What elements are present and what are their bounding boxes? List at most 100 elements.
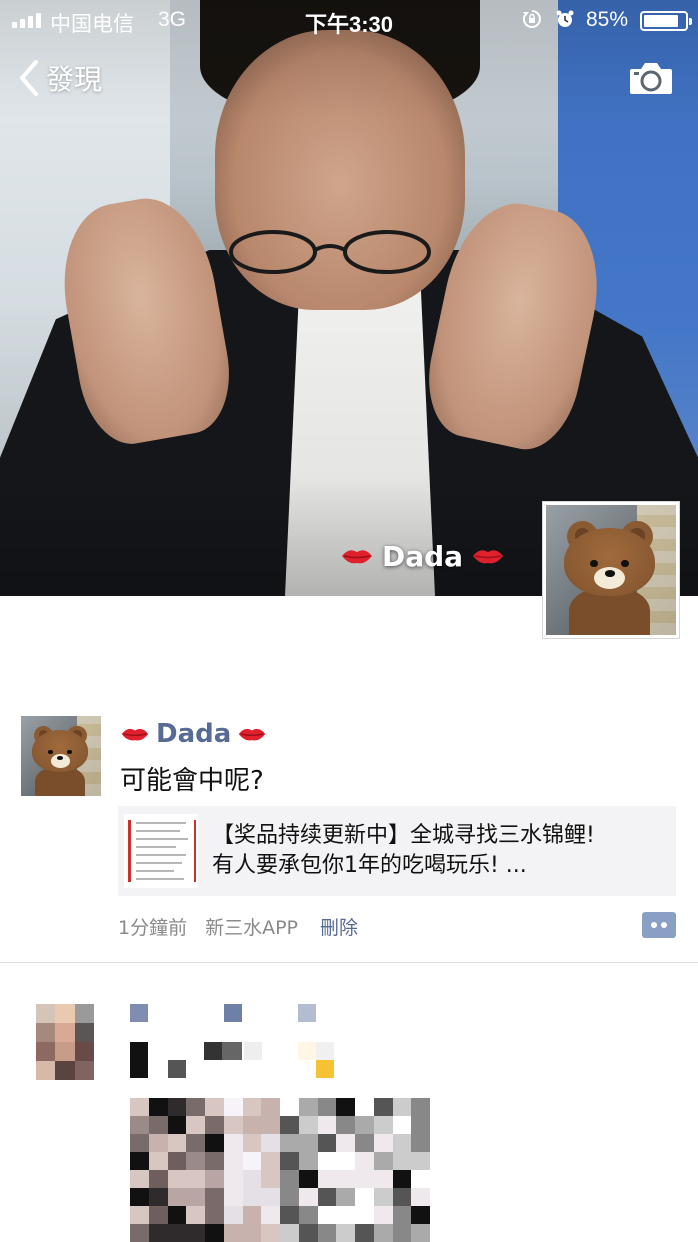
mosaic-cell bbox=[336, 1224, 355, 1242]
mosaic-cell bbox=[317, 1098, 337, 1116]
mosaic-cell bbox=[392, 1188, 412, 1206]
mosaic-cell bbox=[261, 1188, 280, 1206]
mosaic-cell bbox=[298, 1188, 318, 1206]
battery-percent: 85% bbox=[586, 8, 629, 31]
mosaic-cell bbox=[411, 1098, 430, 1116]
lips-emoji-icon bbox=[239, 728, 266, 741]
mosaic-cell bbox=[336, 1170, 355, 1188]
mosaic-cell bbox=[186, 1206, 205, 1224]
mosaic-cell bbox=[167, 1224, 187, 1242]
mosaic-cell bbox=[148, 1152, 168, 1170]
mosaic-cell bbox=[223, 1206, 243, 1224]
mosaic-cell bbox=[167, 1152, 187, 1170]
lips-emoji-icon bbox=[342, 550, 372, 564]
post-source[interactable]: 新三水APP bbox=[205, 913, 298, 940]
mosaic-cell bbox=[298, 1116, 318, 1134]
mosaic-cell bbox=[411, 1188, 430, 1206]
mosaic-cell bbox=[186, 1116, 205, 1134]
back-button[interactable]: 發現 bbox=[16, 58, 102, 98]
mosaic-cell bbox=[261, 1152, 280, 1170]
mosaic-cell bbox=[280, 1224, 299, 1242]
mosaic-cell bbox=[317, 1116, 337, 1134]
mosaic-cell bbox=[148, 1116, 168, 1134]
link-title-line: 【奖品持续更新中】全城寻找三水锦鲤! bbox=[212, 823, 595, 848]
mosaic-cell bbox=[336, 1098, 355, 1116]
rotation-lock-icon bbox=[522, 10, 541, 28]
alarm-icon bbox=[556, 10, 574, 27]
mosaic-cell bbox=[205, 1170, 224, 1188]
mosaic-cell bbox=[148, 1224, 168, 1242]
status-bar: 中国电信 3G 下午3:30 85% bbox=[0, 0, 698, 40]
mosaic-cell bbox=[280, 1116, 299, 1134]
mosaic-cell bbox=[261, 1098, 280, 1116]
mosaic-cell bbox=[317, 1206, 337, 1224]
mosaic-cell bbox=[242, 1206, 262, 1224]
mosaic-cell bbox=[373, 1206, 393, 1224]
camera-icon[interactable] bbox=[628, 60, 674, 96]
dot bbox=[661, 922, 667, 928]
mosaic-cell bbox=[223, 1134, 243, 1152]
post-time: 1分鐘前 bbox=[118, 916, 188, 939]
mosaic-cell bbox=[261, 1134, 280, 1152]
shared-link-card[interactable]: 【奖品持续更新中】全城寻找三水锦鲤! 有人要承包你1年的吃喝玩乐! ... bbox=[118, 806, 676, 896]
mosaic-cell bbox=[148, 1206, 168, 1224]
post-avatar[interactable] bbox=[21, 716, 101, 796]
mosaic-cell bbox=[242, 1188, 262, 1206]
mosaic-cell bbox=[317, 1224, 337, 1242]
mosaic-cell bbox=[205, 1152, 224, 1170]
mosaic-cell bbox=[355, 1206, 374, 1224]
mosaic-cell bbox=[130, 1098, 149, 1116]
mosaic-cell bbox=[223, 1152, 243, 1170]
mosaic-cell bbox=[223, 1188, 243, 1206]
mosaic-cell bbox=[242, 1098, 262, 1116]
mosaic-cell bbox=[167, 1134, 187, 1152]
mosaic-cell bbox=[130, 1206, 149, 1224]
mosaic-cell bbox=[298, 1134, 318, 1152]
mosaic-cell bbox=[205, 1188, 224, 1206]
mosaic-cell bbox=[336, 1188, 355, 1206]
mosaic-cell bbox=[298, 1152, 318, 1170]
mosaic-cell bbox=[186, 1134, 205, 1152]
comment-menu-button[interactable] bbox=[642, 912, 676, 938]
mosaic-cell bbox=[336, 1206, 355, 1224]
mosaic-cell bbox=[373, 1134, 393, 1152]
link-title-line: 有人要承包你1年的吃喝玩乐! ... bbox=[212, 853, 527, 878]
delete-button[interactable]: 刪除 bbox=[320, 913, 358, 940]
mosaic-cell bbox=[317, 1134, 337, 1152]
mosaic-cell bbox=[355, 1224, 374, 1242]
mosaic-cell bbox=[148, 1098, 168, 1116]
mosaic-cell bbox=[242, 1134, 262, 1152]
mosaic-cell bbox=[392, 1170, 412, 1188]
mosaic-cell bbox=[373, 1098, 393, 1116]
mosaic-cell bbox=[280, 1188, 299, 1206]
link-thumbnail bbox=[124, 814, 198, 888]
mosaic-cell bbox=[242, 1116, 262, 1134]
mosaic-cell bbox=[392, 1098, 412, 1116]
mosaic-cell bbox=[186, 1224, 205, 1242]
profile-avatar[interactable] bbox=[542, 501, 680, 639]
mosaic-cell bbox=[223, 1224, 243, 1242]
mosaic-cell bbox=[355, 1170, 374, 1188]
mosaic-cell bbox=[336, 1152, 355, 1170]
mosaic-cell bbox=[130, 1188, 149, 1206]
mosaic-cell bbox=[373, 1224, 393, 1242]
mosaic-cell bbox=[411, 1206, 430, 1224]
mosaic-cell bbox=[298, 1098, 318, 1116]
mosaic-cell bbox=[242, 1170, 262, 1188]
mosaic-cell bbox=[373, 1152, 393, 1170]
battery-icon bbox=[640, 11, 692, 31]
mosaic-cell bbox=[317, 1188, 337, 1206]
blurred-image[interactable] bbox=[130, 1098, 430, 1242]
lips-emoji-icon bbox=[121, 728, 149, 741]
mosaic-cell bbox=[130, 1170, 149, 1188]
blurred-avatar[interactable] bbox=[36, 1004, 94, 1080]
mosaic-cell bbox=[205, 1224, 224, 1242]
mosaic-cell bbox=[355, 1188, 374, 1206]
mosaic-cell bbox=[242, 1152, 262, 1170]
mosaic-cell bbox=[242, 1224, 262, 1242]
mosaic-cell bbox=[298, 1170, 318, 1188]
mosaic-cell bbox=[205, 1206, 224, 1224]
mosaic-cell bbox=[373, 1170, 393, 1188]
post-author[interactable]: Dada bbox=[120, 716, 267, 752]
mosaic-cell bbox=[167, 1206, 187, 1224]
